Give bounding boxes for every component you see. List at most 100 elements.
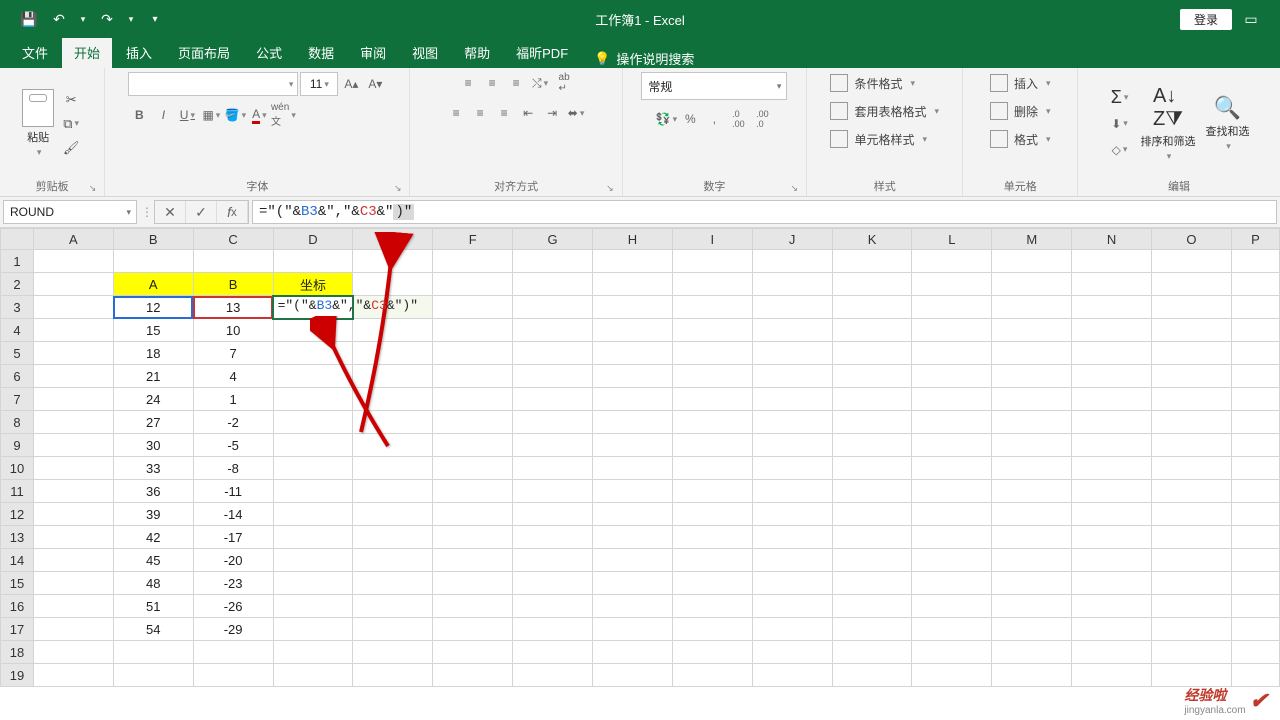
- cell[interactable]: [752, 319, 832, 342]
- cell[interactable]: [433, 641, 513, 664]
- cell[interactable]: [912, 572, 992, 595]
- comma-icon[interactable]: ,: [703, 108, 725, 130]
- cell[interactable]: [992, 457, 1072, 480]
- insert-cells-button[interactable]: 插入▾: [988, 72, 1053, 94]
- align-middle-icon[interactable]: ≡: [481, 72, 503, 94]
- cell[interactable]: [433, 457, 513, 480]
- cell[interactable]: 42: [113, 526, 193, 549]
- cell[interactable]: [593, 434, 673, 457]
- cell[interactable]: [992, 641, 1072, 664]
- cell[interactable]: [433, 250, 513, 273]
- cell[interactable]: [513, 250, 593, 273]
- cell[interactable]: [593, 457, 673, 480]
- cell[interactable]: [513, 296, 593, 319]
- cell[interactable]: [672, 664, 752, 687]
- cell[interactable]: [353, 411, 433, 434]
- cell[interactable]: [113, 250, 193, 273]
- cell[interactable]: [1231, 434, 1279, 457]
- cell[interactable]: [752, 503, 832, 526]
- cell[interactable]: [273, 595, 353, 618]
- cell[interactable]: [513, 595, 593, 618]
- autosum-button[interactable]: Σ▾: [1109, 87, 1131, 109]
- cell[interactable]: [1072, 480, 1152, 503]
- cell[interactable]: [273, 388, 353, 411]
- cell[interactable]: [1152, 296, 1232, 319]
- row-header-1[interactable]: 1: [1, 250, 34, 273]
- cell[interactable]: [33, 480, 113, 503]
- cell[interactable]: [1152, 434, 1232, 457]
- cell[interactable]: [593, 503, 673, 526]
- cell[interactable]: [1152, 595, 1232, 618]
- cell[interactable]: [992, 388, 1072, 411]
- cell[interactable]: [353, 595, 433, 618]
- cell[interactable]: [832, 572, 912, 595]
- cell[interactable]: [33, 319, 113, 342]
- cell[interactable]: [593, 595, 673, 618]
- cell[interactable]: [1231, 618, 1279, 641]
- cell[interactable]: [593, 641, 673, 664]
- cell[interactable]: [433, 503, 513, 526]
- cell[interactable]: [672, 641, 752, 664]
- cell[interactable]: [593, 250, 673, 273]
- col-header-C[interactable]: C: [193, 229, 273, 250]
- cell[interactable]: [1231, 342, 1279, 365]
- save-icon[interactable]: 💾: [18, 8, 40, 30]
- cell[interactable]: [513, 526, 593, 549]
- cell[interactable]: [1072, 388, 1152, 411]
- cell[interactable]: [832, 618, 912, 641]
- cell[interactable]: [832, 296, 912, 319]
- row-header-5[interactable]: 5: [1, 342, 34, 365]
- cell[interactable]: [912, 480, 992, 503]
- cell[interactable]: -23: [193, 572, 273, 595]
- cell[interactable]: [912, 319, 992, 342]
- cell[interactable]: [1231, 526, 1279, 549]
- cell[interactable]: [593, 572, 673, 595]
- cell[interactable]: [1152, 457, 1232, 480]
- login-button[interactable]: 登录: [1180, 9, 1232, 30]
- cell[interactable]: [33, 388, 113, 411]
- col-header-L[interactable]: L: [912, 229, 992, 250]
- col-header-K[interactable]: K: [832, 229, 912, 250]
- cell[interactable]: [672, 526, 752, 549]
- cell[interactable]: [1152, 480, 1232, 503]
- cell[interactable]: [33, 618, 113, 641]
- cell[interactable]: [513, 572, 593, 595]
- cell[interactable]: [1231, 595, 1279, 618]
- cell[interactable]: [752, 641, 832, 664]
- cell[interactable]: [1072, 572, 1152, 595]
- col-header-I[interactable]: I: [672, 229, 752, 250]
- cell[interactable]: -17: [193, 526, 273, 549]
- fill-color-button[interactable]: 🪣▾: [224, 104, 246, 126]
- increase-decimal-icon[interactable]: .0.00: [727, 108, 749, 130]
- cell[interactable]: [513, 434, 593, 457]
- cell[interactable]: [1072, 549, 1152, 572]
- clear-button[interactable]: ◇▾: [1109, 139, 1131, 161]
- cell[interactable]: 1: [193, 388, 273, 411]
- cell[interactable]: [992, 595, 1072, 618]
- phonetic-button[interactable]: wén文▾: [272, 104, 294, 126]
- tab-help[interactable]: 帮助: [452, 37, 502, 68]
- cell[interactable]: [1231, 250, 1279, 273]
- cell[interactable]: [593, 273, 673, 296]
- cell[interactable]: [33, 273, 113, 296]
- cell[interactable]: [353, 250, 433, 273]
- increase-indent-icon[interactable]: ⇥: [541, 102, 563, 124]
- cell[interactable]: -5: [193, 434, 273, 457]
- cell[interactable]: [672, 618, 752, 641]
- cell[interactable]: [433, 549, 513, 572]
- cell[interactable]: [832, 319, 912, 342]
- cell[interactable]: [992, 434, 1072, 457]
- number-format-combo[interactable]: 常规: [641, 72, 787, 100]
- cell[interactable]: [33, 434, 113, 457]
- row-header-3[interactable]: 3: [1, 296, 34, 319]
- format-cells-button[interactable]: 格式▾: [988, 128, 1053, 150]
- undo-dropdown-icon[interactable]: ▾: [78, 8, 88, 30]
- cell[interactable]: [672, 342, 752, 365]
- wrap-text-icon[interactable]: ab↵: [553, 72, 575, 94]
- align-top-icon[interactable]: ≡: [457, 72, 479, 94]
- cell[interactable]: [353, 641, 433, 664]
- row-header-15[interactable]: 15: [1, 572, 34, 595]
- cell[interactable]: 33: [113, 457, 193, 480]
- cell[interactable]: 36: [113, 480, 193, 503]
- cell[interactable]: -8: [193, 457, 273, 480]
